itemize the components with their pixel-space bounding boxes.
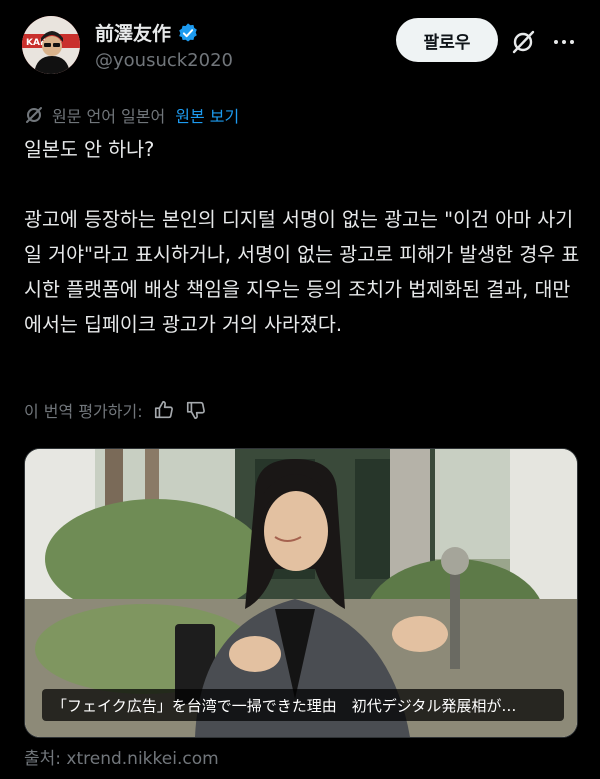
thumbs-up-icon[interactable]: [153, 399, 175, 421]
translate-grok-icon: [26, 107, 42, 123]
translation-note: 원문 언어 일본어 원본 보기: [24, 103, 239, 127]
rate-translation-label: 이 번역 평가하기:: [24, 402, 143, 421]
media-caption: 「フェイク広告」を台湾で一掃できた理由 初代デジタル発展相が…: [42, 689, 564, 721]
verified-badge-icon: [179, 22, 197, 42]
show-original-link[interactable]: 원본 보기: [175, 103, 239, 127]
author-name-row[interactable]: 前澤友作: [95, 19, 199, 46]
translation-note-text: 원문 언어 일본어: [52, 107, 166, 126]
thumbs-down-icon[interactable]: [185, 399, 207, 421]
avatar[interactable]: KABU&: [22, 16, 80, 74]
media-source[interactable]: 출처: xtrend.nikkei.com: [24, 744, 219, 769]
rate-translation-row: 이 번역 평가하기:: [24, 398, 207, 422]
follow-button[interactable]: 팔로우: [396, 18, 498, 62]
media-card[interactable]: 「フェイク広告」を台湾で一掃できた理由 初代デジタル発展相が…: [24, 448, 578, 738]
more-options-icon[interactable]: [552, 31, 576, 53]
post-text: 일본도 안 하나? 광고에 등장하는 본인의 디지털 서명이 없는 광고는 "이…: [24, 138, 580, 336]
author-handle[interactable]: @yousuck2020: [95, 50, 233, 71]
avatar-image: KABU&: [22, 16, 80, 74]
grok-icon[interactable]: [510, 29, 536, 55]
author-display-name[interactable]: 前澤友作: [95, 19, 171, 46]
